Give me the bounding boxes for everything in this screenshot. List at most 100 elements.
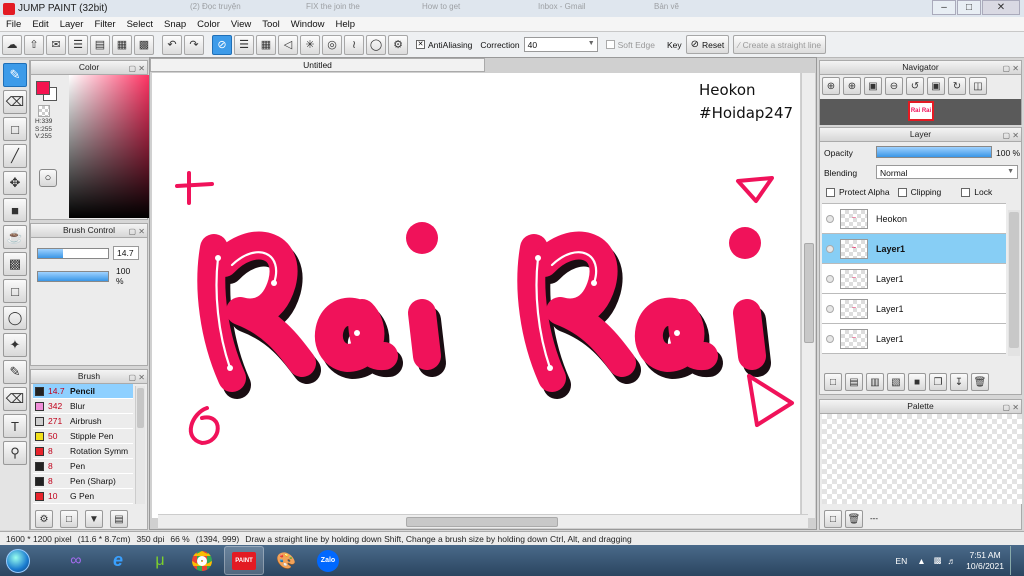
brush-size-value[interactable]: 14.7 [113,246,139,260]
menu-tool[interactable]: Tool [256,19,284,30]
new-layer-icon[interactable]: □ [824,373,842,391]
magic-wand-tool-icon[interactable]: ✦ [3,333,27,357]
layer-row[interactable]: ~ Layer1 [822,324,1006,354]
line-tool-icon[interactable]: ╱ [3,144,27,168]
flip-icon[interactable]: ◫ [969,77,987,95]
select-rect-tool-icon[interactable]: □ [3,279,27,303]
correction-select[interactable]: 40 ▼ [523,37,598,52]
panel-window-icons[interactable]: ▢ ✕ [129,225,145,238]
panel-window-icons[interactable]: ▢ ✕ [1003,62,1019,75]
lock-checkbox[interactable] [961,187,971,197]
canvas-vertical-scrollbar[interactable] [801,73,815,518]
layer-row[interactable]: ~ Layer1 [822,294,1006,324]
share-icon[interactable]: ⇧ [24,34,44,55]
info-icon[interactable]: ☰ [68,34,88,55]
hscroll-thumb[interactable] [406,517,558,527]
brush-item[interactable]: 8 Rotation Symm [33,444,133,459]
new-folder-icon[interactable]: ■ [908,373,926,391]
brush-item[interactable]: 8 Pen (Sharp) [33,474,133,489]
brush-item[interactable]: 14.7 Pencil [33,384,133,399]
transparent-color-icon[interactable] [38,105,50,117]
bucket-tool-icon[interactable]: ☕ [3,225,27,249]
internet-explorer-icon[interactable]: e [98,546,138,575]
menu-window[interactable]: Window [285,19,330,30]
zoom-out-icon[interactable]: ⊖ [885,77,903,95]
brush-item[interactable]: 342 Blur [33,399,133,414]
vscroll-thumb[interactable] [804,243,814,343]
layer-opacity-slider[interactable] [876,146,992,158]
fit-icon[interactable]: ▣ [864,77,882,95]
panel-window-icons[interactable]: ▢ ✕ [129,371,145,384]
menu-filter[interactable]: Filter [88,19,120,30]
brush-item[interactable]: 8 Pen [33,459,133,474]
primary-color-swatch[interactable] [36,81,50,95]
comment-icon[interactable]: ✉ [46,34,66,55]
circle-snap-icon[interactable]: ◎ [322,34,342,55]
zalo-icon[interactable]: Zalo [308,546,348,575]
add-color-icon[interactable]: □ [824,510,842,528]
delete-color-icon[interactable]: 🗑 [845,510,863,528]
move-tool-icon[interactable]: ✥ [3,171,27,195]
clipping-checkbox[interactable] [897,187,907,197]
menu-color[interactable]: Color [191,19,225,30]
minimize-button[interactable]: – [932,0,956,15]
volume-icon[interactable]: ♬ [948,556,957,566]
menu-edit[interactable]: Edit [26,19,53,30]
layer-visibility-icon[interactable] [826,244,834,253]
redo-icon[interactable]: ↷ [184,34,204,55]
layer-visibility-icon[interactable] [826,274,834,283]
brush-item[interactable]: 271 Airbrush [33,414,133,429]
layer-scroll-thumb[interactable] [1009,212,1019,348]
layer-visibility-icon[interactable] [826,304,834,313]
grid-icon[interactable]: ▩ [134,34,154,55]
protect-alpha-checkbox[interactable] [826,187,835,197]
gradient-tool-icon[interactable]: ▩ [3,252,27,276]
rectangle-tool-icon[interactable]: □ [3,117,27,141]
zoom-in-icon[interactable]: ⊕ [822,77,840,95]
clock[interactable]: 7:51 AM 10/6/2021 [966,550,1004,572]
snap-off-icon[interactable]: ⊘ [212,34,232,55]
select-eraser-tool-icon[interactable]: ⌫ [3,387,27,411]
saturation-value-picker[interactable] [69,75,159,218]
merge-layer-icon[interactable]: ↧ [950,373,968,391]
layer-visibility-icon[interactable] [826,214,834,223]
brush-menu-icon[interactable]: ▼ [85,510,103,528]
palette-grid[interactable] [822,414,1022,504]
show-hidden-icons[interactable]: ▲ [917,556,925,566]
soft-edge-checkbox[interactable] [605,40,615,49]
show-desktop-button[interactable] [1010,546,1020,575]
panel-window-icons[interactable]: ▢ ✕ [1003,129,1019,142]
navigator-preview[interactable]: Rai Rai [820,99,1021,125]
create-straight-line-button[interactable]: ∕ Create a straight line [733,35,827,54]
new-halftone-layer-icon[interactable]: ▧ [887,373,905,391]
network-icon[interactable]: ▩ [934,555,942,566]
maximize-button[interactable]: □ [957,0,981,15]
cloud-icon[interactable]: ☁ [2,34,22,55]
page-icon[interactable]: ▤ [90,34,110,55]
rotate-ccw-icon[interactable]: ↻ [948,77,966,95]
layer-row[interactable]: ~ Heokon [822,204,1006,234]
brush-tool-icon[interactable]: ✎ [3,63,27,87]
brush-scroll-thumb[interactable] [137,388,144,428]
parallel-snap-icon[interactable]: ☰ [234,34,254,55]
new-brush-icon[interactable]: □ [60,510,78,528]
canvas-horizontal-scrollbar[interactable] [158,514,808,528]
undo-icon[interactable]: ↶ [162,34,182,55]
menu-layer[interactable]: Layer [54,19,89,30]
layer-visibility-icon[interactable] [826,334,834,343]
brush-opacity-slider[interactable] [37,270,109,282]
chrome-icon[interactable] [182,546,222,575]
panel-window-icons[interactable]: ▢ ✕ [1003,401,1019,414]
curve-snap-icon[interactable]: ≀ [344,34,364,55]
menu-view[interactable]: View [225,19,256,30]
lasso-tool-icon[interactable]: ◯ [3,306,27,330]
palette-icon[interactable]: ○ [39,169,57,187]
text-tool-icon[interactable]: T [3,414,27,438]
paint-tool-icon[interactable]: 🎨 [266,546,306,575]
brush-settings-icon[interactable]: ⚙ [35,510,53,528]
cross-snap-icon[interactable]: ▦ [256,34,276,55]
start-button[interactable] [0,547,36,575]
layer-row[interactable]: ~ Layer1 [822,234,1006,264]
menu-help[interactable]: Help [330,19,361,30]
select-pen-tool-icon[interactable]: ✎ [3,360,27,384]
